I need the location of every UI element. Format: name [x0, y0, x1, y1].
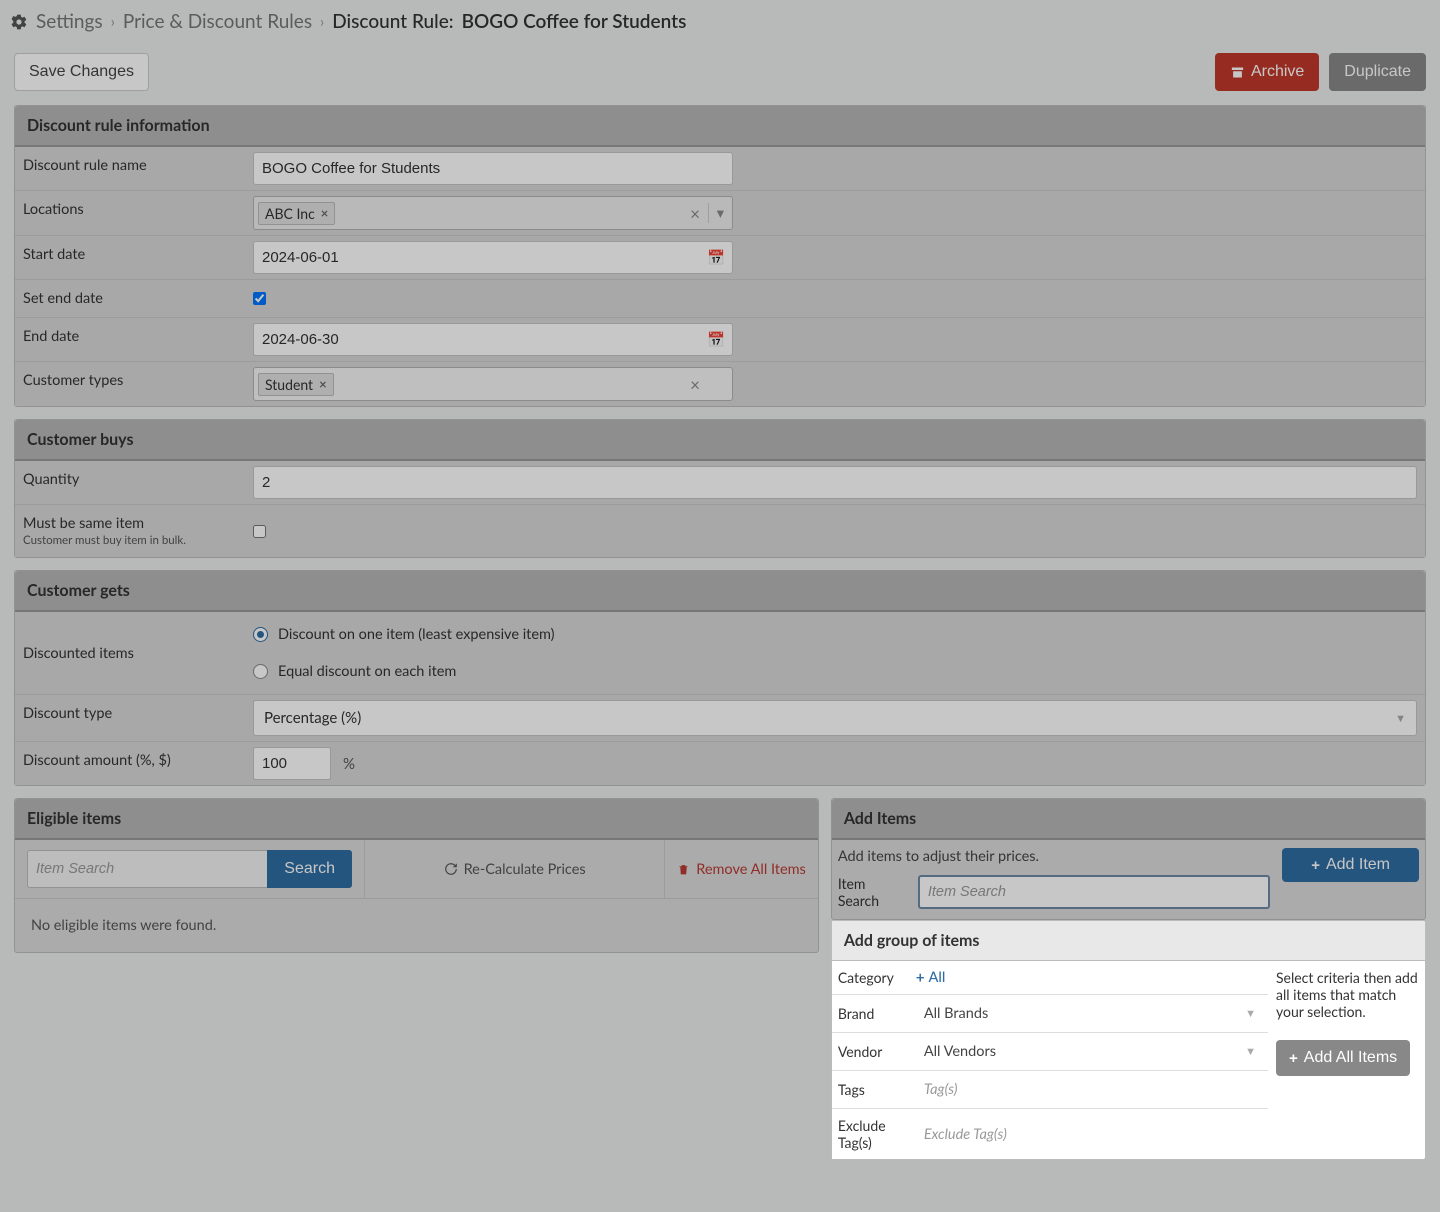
save-button[interactable]: Save Changes: [14, 53, 149, 91]
breadcrumb-rules[interactable]: Price & Discount Rules: [123, 10, 312, 33]
category-all-link[interactable]: +All: [916, 969, 946, 987]
chevron-down-icon[interactable]: ▾: [708, 203, 724, 223]
label-discounted-items: Discounted items: [15, 612, 253, 694]
add-item-search-input[interactable]: [918, 875, 1270, 909]
panel-customer-gets: Customer gets Discounted items Discount …: [14, 570, 1426, 786]
clear-locations-icon[interactable]: ×: [690, 203, 700, 224]
input-exclude-tags[interactable]: Exclude Tag(s): [916, 1120, 1264, 1149]
radio-icon: [253, 664, 268, 679]
panel-customer-buys: Customer buys Quantity Must be same item…: [14, 419, 1426, 558]
chevron-down-icon: ▼: [1245, 1007, 1256, 1020]
eligible-search-input[interactable]: [27, 850, 267, 888]
add-item-button[interactable]: + Add Item: [1282, 848, 1419, 882]
archive-button[interactable]: Archive: [1215, 53, 1319, 91]
chevron-right-icon: ›: [111, 13, 115, 31]
trash-icon: [677, 863, 690, 876]
panel-add-group: Add group of items Category +All Brand: [831, 920, 1426, 1160]
label-set-end: Set end date: [15, 280, 253, 317]
remove-tag-icon[interactable]: ×: [321, 205, 329, 221]
input-quantity[interactable]: [253, 466, 1417, 499]
panel-add-items: Add Items Add items to adjust their pric…: [831, 798, 1426, 920]
radio-label: Equal discount on each item: [278, 663, 456, 680]
panel-rule-info: Discount rule information Discount rule …: [14, 105, 1426, 407]
eligible-search-button[interactable]: Search: [267, 850, 352, 888]
label-exclude-tags: Exclude Tag(s): [832, 1109, 916, 1159]
panel-header-group: Add group of items: [832, 921, 1425, 961]
label-locations: Locations: [15, 191, 253, 235]
locations-select[interactable]: ABC Inc× × ▾: [253, 196, 733, 230]
radio-icon: [253, 627, 268, 642]
label-category: Category: [832, 961, 916, 994]
input-rule-name[interactable]: [253, 152, 733, 185]
input-discount-amount[interactable]: [253, 747, 331, 780]
label-vendor: Vendor: [832, 1035, 916, 1068]
chevron-down-icon: ▼: [1395, 712, 1406, 725]
radio-discount-equal[interactable]: Equal discount on each item: [253, 657, 1417, 686]
chevron-right-icon: ›: [320, 13, 324, 31]
label-start-date: Start date: [15, 236, 253, 279]
archive-icon: [1230, 65, 1245, 80]
recalculate-prices-link[interactable]: Re-Calculate Prices: [444, 861, 586, 878]
add-all-items-button[interactable]: + Add All Items: [1276, 1040, 1410, 1076]
customer-types-select[interactable]: Student× ×: [253, 367, 733, 401]
select-discount-type[interactable]: Percentage (%) ▼: [253, 700, 1417, 736]
eligible-empty-message: No eligible items were found.: [15, 899, 818, 952]
label-rule-name: Discount rule name: [15, 147, 253, 190]
label-brand: Brand: [832, 997, 916, 1030]
clear-types-icon[interactable]: ×: [690, 374, 700, 395]
plus-icon: +: [1311, 857, 1320, 874]
label-quantity: Quantity: [15, 461, 253, 504]
amount-suffix: %: [343, 755, 355, 773]
panel-header-gets: Customer gets: [15, 571, 1425, 612]
plus-icon: +: [1289, 1050, 1298, 1067]
radio-discount-one[interactable]: Discount on one item (least expensive it…: [253, 620, 1417, 649]
remove-all-items-link[interactable]: Remove All Items: [677, 861, 806, 878]
chevron-down-icon: ▼: [1245, 1045, 1256, 1058]
refresh-icon: [444, 862, 458, 876]
remove-tag-icon[interactable]: ×: [319, 376, 327, 392]
add-items-hint: Add items to adjust their prices.: [832, 840, 1276, 875]
breadcrumb: Settings › Price & Discount Rules › Disc…: [0, 0, 1440, 43]
checkbox-same-item[interactable]: [253, 525, 266, 538]
calendar-icon[interactable]: 📅: [707, 331, 725, 348]
label-end-date: End date: [15, 318, 253, 361]
label-item-search: Item Search: [838, 875, 910, 909]
breadcrumb-settings[interactable]: Settings: [36, 10, 103, 33]
gear-icon: [10, 13, 28, 31]
panel-header-buys: Customer buys: [15, 420, 1425, 461]
checkbox-set-end-date[interactable]: [253, 292, 266, 305]
radio-label: Discount on one item (least expensive it…: [278, 626, 555, 643]
calendar-icon[interactable]: 📅: [707, 249, 725, 266]
label-customer-types: Customer types: [15, 362, 253, 406]
group-hint: Select criteria then add all items that …: [1276, 969, 1419, 1020]
customer-type-tag[interactable]: Student×: [258, 373, 334, 396]
input-start-date[interactable]: [253, 241, 733, 274]
panel-header-add-items: Add Items: [832, 799, 1425, 840]
breadcrumb-current-label: Discount Rule:: [332, 10, 453, 33]
breadcrumb-current-value: BOGO Coffee for Students: [462, 10, 687, 33]
plus-icon: +: [916, 969, 925, 987]
panel-eligible-items: Eligible items Search Re-Calculate Price…: [14, 798, 819, 953]
label-discount-amount: Discount amount (%, $): [15, 742, 253, 785]
select-brand[interactable]: All Brands▼: [916, 999, 1264, 1028]
input-tags[interactable]: Tag(s): [916, 1075, 1264, 1104]
panel-header-info: Discount rule information: [15, 106, 1425, 147]
label-tags: Tags: [832, 1073, 916, 1106]
label-same-item: Must be same item Customer must buy item…: [15, 505, 253, 557]
label-discount-type: Discount type: [15, 695, 253, 741]
archive-label: Archive: [1251, 63, 1304, 81]
select-vendor[interactable]: All Vendors▼: [916, 1037, 1264, 1066]
panel-header-eligible: Eligible items: [15, 799, 818, 840]
duplicate-button[interactable]: Duplicate: [1329, 53, 1426, 91]
location-tag[interactable]: ABC Inc×: [258, 202, 335, 225]
input-end-date[interactable]: [253, 323, 733, 356]
